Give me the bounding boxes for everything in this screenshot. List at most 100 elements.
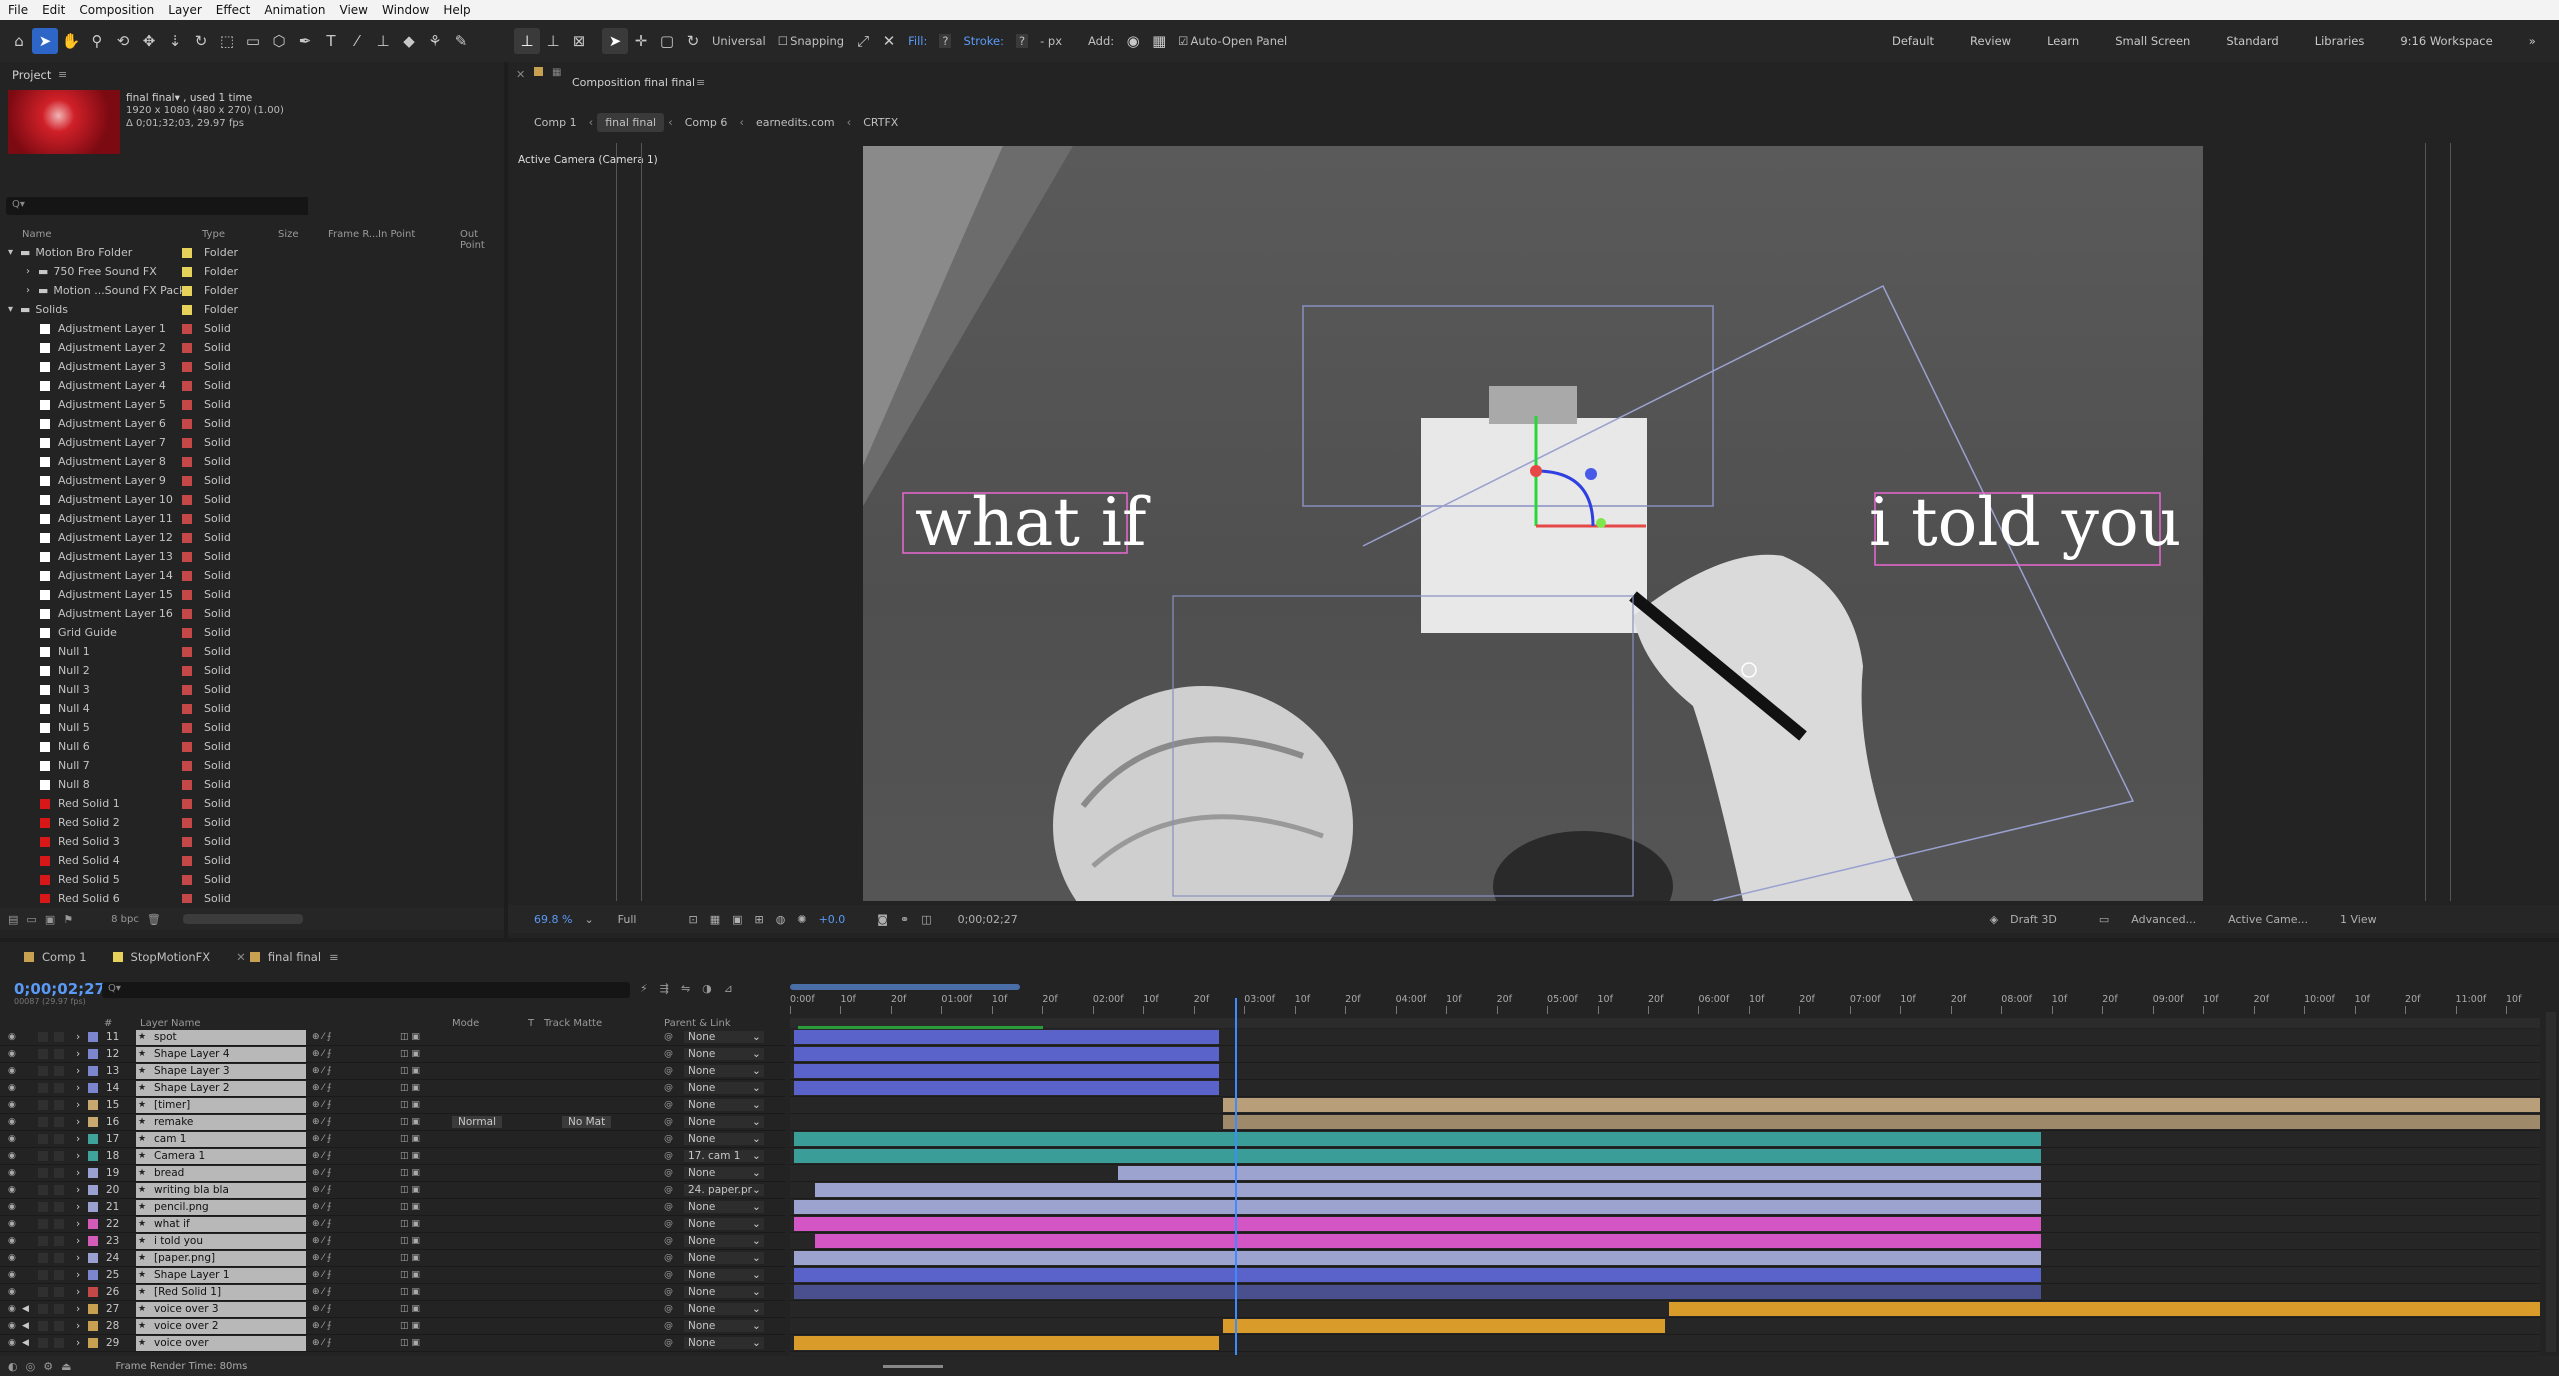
layer-row[interactable]: ◉ › 19 ★ bread ⊕ ⁄ ⨍ ◫ ▣ @ None ⌄	[0, 1165, 785, 1182]
layer-switches[interactable]: ⊕ ⁄ ⨍	[312, 1287, 331, 1297]
layer-switches[interactable]: ⊕ ⁄ ⨍	[312, 1117, 331, 1127]
col-size[interactable]: Size	[278, 229, 299, 240]
label-color[interactable]	[182, 798, 192, 809]
menu-animation[interactable]: Animation	[264, 3, 325, 17]
pickwhip-icon[interactable]: @	[664, 1270, 673, 1280]
solo-box[interactable]	[38, 1270, 48, 1280]
layer-label-color[interactable]	[88, 1202, 98, 1212]
layer-3d-switch[interactable]: ◫ ▣	[400, 1321, 420, 1331]
work-area-bar[interactable]	[790, 984, 1020, 990]
render-toggle-icon[interactable]: ◐	[8, 1360, 18, 1373]
snap-target-icon[interactable]: ✕	[876, 28, 902, 54]
pickwhip-icon[interactable]: @	[664, 1100, 673, 1110]
parent-dropdown-icon[interactable]: ⌄	[752, 1235, 761, 1247]
label-color[interactable]	[182, 266, 192, 277]
label-color[interactable]	[182, 627, 192, 638]
roto-brush-tool-icon[interactable]: ⚘	[422, 28, 448, 54]
parent-dropdown-icon[interactable]: ⌄	[752, 1167, 761, 1179]
lock-box[interactable]	[54, 1321, 64, 1331]
layer-3d-switch[interactable]: ◫ ▣	[400, 1049, 420, 1059]
disclosure-triangle-icon[interactable]: ▾	[8, 304, 20, 315]
menu-file[interactable]: File	[8, 3, 28, 17]
label-color[interactable]	[182, 817, 192, 828]
layer-row[interactable]: ◉ › 17 ★ cam 1 ⊕ ⁄ ⨍ ◫ ▣ @ None ⌄	[0, 1131, 785, 1148]
menu-composition[interactable]: Composition	[79, 3, 154, 17]
view-axis-icon[interactable]: ⊠	[566, 28, 592, 54]
layer-label-color[interactable]	[88, 1287, 98, 1297]
comp-panel-menu-icon[interactable]: ≡	[696, 76, 705, 89]
rotate-tool-icon[interactable]: ↻	[188, 28, 214, 54]
layer-3d-switch[interactable]: ◫ ▣	[400, 1338, 420, 1348]
timeline-timecode[interactable]: 0;00;02;27	[14, 980, 105, 998]
label-color[interactable]	[182, 418, 192, 429]
layer-switches[interactable]: ⊕ ⁄ ⨍	[312, 1304, 331, 1314]
mask-icon[interactable]: ▣	[732, 913, 742, 926]
disclosure-triangle-icon[interactable]: ›	[26, 266, 38, 277]
text-what-if[interactable]: what if	[915, 484, 1146, 561]
layer-3d-switch[interactable]: ◫ ▣	[400, 1168, 420, 1178]
eye-icon[interactable]: ◉	[8, 1270, 16, 1280]
lock-box[interactable]	[54, 1134, 64, 1144]
layer-switches[interactable]: ⊕ ⁄ ⨍	[312, 1100, 331, 1110]
twirl-icon[interactable]: ›	[76, 1201, 80, 1213]
3d-view-icon[interactable]: ▭	[2099, 913, 2109, 926]
parent-dropdown-icon[interactable]: ⌄	[752, 1133, 761, 1145]
layer-3d-switch[interactable]: ◫ ▣	[400, 1202, 420, 1212]
lock-box[interactable]	[54, 1168, 64, 1178]
twirl-icon[interactable]: ›	[76, 1082, 80, 1094]
workspace-more-icon[interactable]: »	[2529, 34, 2536, 48]
label-color[interactable]	[182, 475, 192, 486]
layer-3d-switch[interactable]: ◫ ▣	[400, 1236, 420, 1246]
solo-box[interactable]	[38, 1100, 48, 1110]
lock-box[interactable]	[54, 1202, 64, 1212]
label-color[interactable]	[182, 608, 192, 619]
project-panel-title[interactable]: Project	[12, 68, 51, 82]
solo-box[interactable]	[38, 1185, 48, 1195]
exposure-icon[interactable]: ✺	[797, 913, 806, 926]
menu-view[interactable]: View	[340, 3, 368, 17]
zoom-slider[interactable]	[883, 1364, 944, 1368]
layer-3d-switch[interactable]: ◫ ▣	[400, 1253, 420, 1263]
comp-tab-title[interactable]: Composition final final	[572, 76, 695, 89]
solo-box[interactable]	[38, 1202, 48, 1212]
speaker-icon[interactable]: ◀	[22, 1304, 29, 1314]
label-color[interactable]	[182, 551, 192, 562]
label-color[interactable]	[182, 399, 192, 410]
label-color[interactable]	[182, 304, 192, 315]
lock-box[interactable]	[54, 1304, 64, 1314]
parent-dropdown-icon[interactable]: ⌄	[752, 1286, 761, 1298]
layer-row[interactable]: ◉ › 24 ★ [paper.png] ⊕ ⁄ ⨍ ◫ ▣ @ None ⌄	[0, 1250, 785, 1267]
lock-box[interactable]	[54, 1117, 64, 1127]
layer-switches[interactable]: ⊕ ⁄ ⨍	[312, 1236, 331, 1246]
comp-lock-icon[interactable]	[534, 67, 543, 76]
layer-switches[interactable]: ⊕ ⁄ ⨍	[312, 1202, 331, 1212]
layer-switches[interactable]: ⊕ ⁄ ⨍	[312, 1270, 331, 1280]
layer-label-color[interactable]	[88, 1049, 98, 1059]
draft3d-tl-icon[interactable]: ⚡	[640, 982, 648, 995]
workspace-6[interactable]: 9:16 Workspace	[2400, 34, 2492, 48]
timeline-menu-icon[interactable]: ≡	[329, 950, 339, 964]
lock-box[interactable]	[54, 1253, 64, 1263]
project-h-scrollbar[interactable]	[182, 914, 303, 924]
snap-icon[interactable]: ⤢	[850, 28, 876, 54]
parent-dropdown-icon[interactable]: ⌄	[752, 1252, 761, 1264]
layer-duration-bar[interactable]	[794, 1268, 2042, 1282]
tl-col-parent[interactable]: Parent & Link	[664, 1018, 731, 1029]
eye-icon[interactable]: ◉	[8, 1049, 16, 1059]
twirl-icon[interactable]: ›	[76, 1099, 80, 1111]
timecode-display[interactable]: 0;00;02;27	[958, 913, 1018, 926]
layer-row[interactable]: ◉ › 21 ★ pencil.png ⊕ ⁄ ⨍ ◫ ▣ @ None ⌄	[0, 1199, 785, 1216]
solo-box[interactable]	[38, 1151, 48, 1161]
workspace-2[interactable]: Learn	[2047, 34, 2079, 48]
disclosure-triangle-icon[interactable]: ▾	[8, 247, 20, 258]
layer-row[interactable]: ◉ › 20 ★ writing bla bla ⊕ ⁄ ⨍ ◫ ▣ @24. paper.p…	[0, 1182, 785, 1199]
cube-tool-icon[interactable]: ⬡	[266, 28, 292, 54]
parent-dropdown-icon[interactable]: ⌄	[752, 1269, 761, 1281]
twirl-icon[interactable]: ›	[76, 1167, 80, 1179]
twirl-icon[interactable]: ›	[76, 1320, 80, 1332]
solo-box[interactable]	[38, 1117, 48, 1127]
layer-switches[interactable]: ⊕ ⁄ ⨍	[312, 1134, 331, 1144]
layer-duration-bar[interactable]	[794, 1030, 1219, 1044]
menu-help[interactable]: Help	[443, 3, 470, 17]
lock-box[interactable]	[54, 1338, 64, 1348]
